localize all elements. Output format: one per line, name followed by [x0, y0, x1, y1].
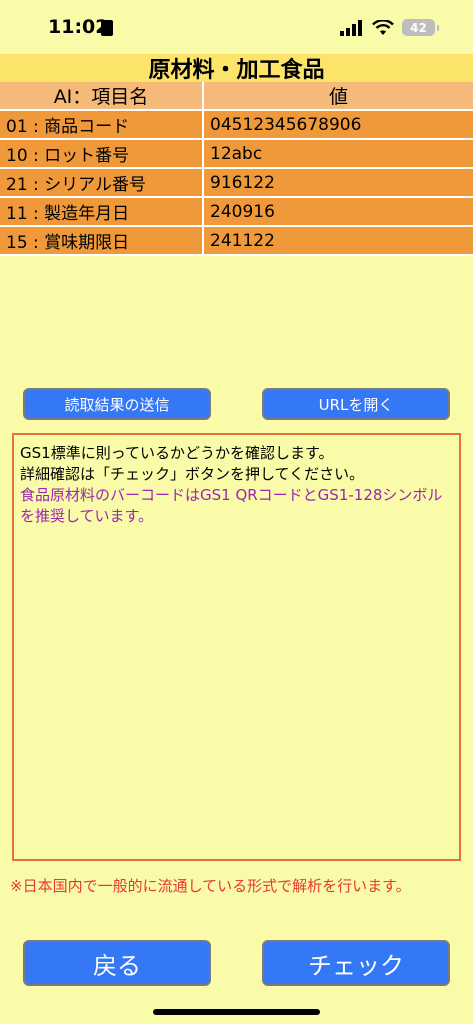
open-url-button[interactable]: URLを開く [262, 388, 450, 420]
row-value: 12abc [203, 139, 473, 169]
home-indicator[interactable] [153, 1009, 320, 1015]
row-ai-item: 01 : 商品コード [0, 110, 204, 140]
wifi-icon [372, 19, 394, 35]
back-button[interactable]: 戻る [23, 940, 211, 986]
status-icons: 42 [340, 19, 439, 36]
message-line: GS1標準に則っているかどうかを確認します。 [20, 444, 334, 462]
sim-card-icon [101, 20, 113, 36]
table-row: 01 : 商品コード 04512345678906 [0, 110, 473, 140]
row-value: 241122 [203, 226, 473, 256]
table-row: 21 : シリアル番号 916122 [0, 168, 473, 198]
table-row: 11 : 製造年月日 240916 [0, 197, 473, 227]
page-title: 原材料・加工食品 [0, 54, 473, 83]
table-header-row: AI：項目名 値 [0, 82, 473, 111]
row-value: 240916 [203, 197, 473, 227]
battery-level: 42 [410, 20, 427, 35]
message-recommendation: 食品原材料のバーコードはGS1 QRコードとGS1-128シンボルを推奨していま… [20, 486, 443, 525]
ai-table: AI：項目名 値 01 : 商品コード 04512345678906 10 : … [0, 82, 473, 256]
row-ai-item: 15 : 賞味期限日 [0, 226, 204, 256]
check-button[interactable]: チェック [262, 940, 450, 986]
status-bar: 11:02 42 [0, 0, 473, 54]
message-box: GS1標準に則っているかどうかを確認します。 詳細確認は「チェック」ボタンを押し… [12, 433, 461, 861]
battery-icon: 42 [402, 19, 439, 36]
row-ai-item: 11 : 製造年月日 [0, 197, 204, 227]
message-line: 詳細確認は「チェック」ボタンを押してください。 [20, 465, 365, 483]
cellular-signal-icon [340, 19, 362, 36]
analysis-note: ※日本国内で一般的に流通している形式で解析を行います。 [10, 877, 411, 895]
row-ai-item: 21 : シリアル番号 [0, 168, 204, 198]
header-value: 値 [203, 82, 473, 111]
status-time: 11:02 [48, 16, 109, 38]
send-result-button[interactable]: 読取結果の送信 [23, 388, 211, 420]
table-row: 15 : 賞味期限日 241122 [0, 226, 473, 256]
row-ai-item: 10 : ロット番号 [0, 139, 204, 169]
table-row: 10 : ロット番号 12abc [0, 139, 473, 169]
row-value: 916122 [203, 168, 473, 198]
header-ai-item: AI：項目名 [0, 82, 204, 111]
row-value: 04512345678906 [203, 110, 473, 140]
